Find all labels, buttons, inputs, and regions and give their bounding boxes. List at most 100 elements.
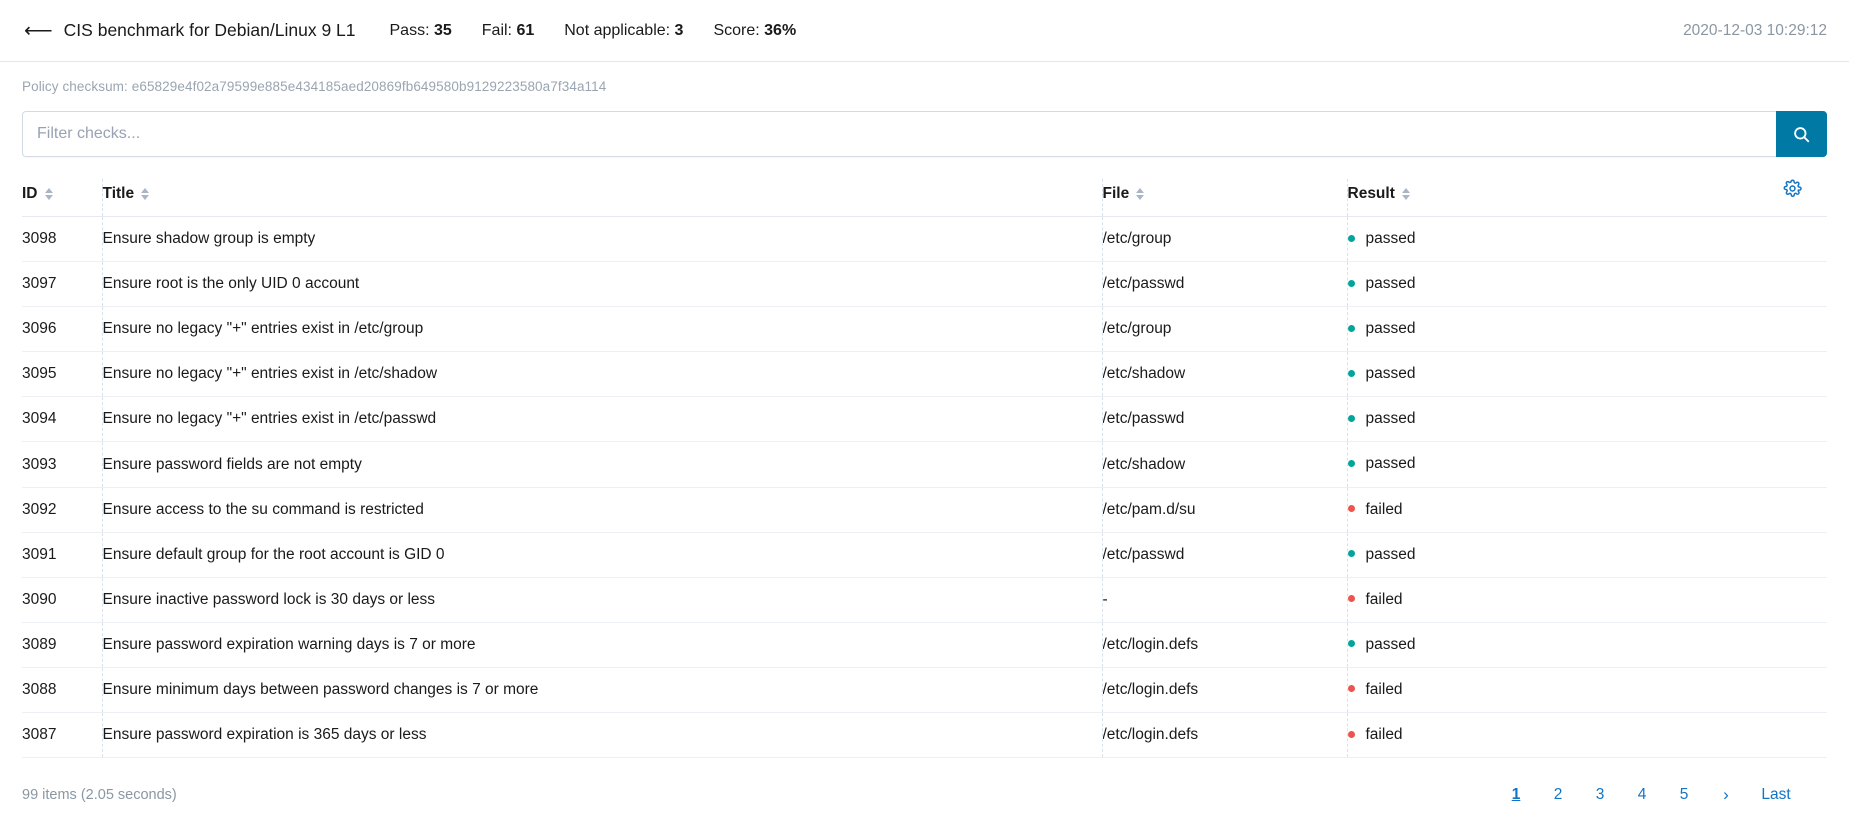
table-header-row: ID Title File Result	[22, 179, 1827, 217]
stat-fail-label: Fail:	[481, 21, 512, 39]
cell-id: 3095	[22, 351, 102, 398]
stat-fail: Fail: 61	[482, 22, 534, 40]
cell-title: Ensure inactive password lock is 30 days…	[101, 577, 1102, 623]
cell-spacer	[1783, 622, 1827, 668]
table-row[interactable]: 3089 Ensure password expiration warning d…	[22, 622, 1827, 668]
sort-icon	[1401, 187, 1410, 201]
cell-result: failed	[1346, 487, 1783, 533]
cell-id: 3097	[22, 261, 102, 308]
table-row[interactable]: 3090 Ensure inactive password lock is 30 …	[22, 577, 1827, 623]
status-badge: passed	[1365, 455, 1416, 473]
stat-pass-label: Pass:	[389, 21, 430, 39]
cell-spacer	[1783, 487, 1827, 533]
column-settings[interactable]	[1783, 179, 1827, 217]
table-row[interactable]: 3087 Ensure password expiration is 365 da…	[22, 712, 1827, 759]
cell-title: Ensure password expiration warning days …	[101, 622, 1102, 668]
arrow-left-icon[interactable]: ⟵	[24, 21, 53, 41]
cell-title: Ensure minimum days between password cha…	[101, 667, 1102, 714]
table-row[interactable]: 3096 Ensure no legacy "+" entries exist i…	[22, 306, 1827, 353]
status-dot-icon	[1348, 640, 1355, 648]
pagination-page-5[interactable]: 5	[1663, 782, 1705, 808]
cell-title: Ensure no legacy "+" entries exist in /e…	[101, 396, 1102, 443]
column-header-title-label: Title	[102, 185, 135, 202]
table-footer: 99 items (2.05 seconds) 1 2 3 4 5 › Last	[22, 775, 1827, 815]
search-button[interactable]	[1776, 111, 1827, 157]
status-badge: passed	[1365, 410, 1416, 428]
pagination-page-1[interactable]: 1	[1495, 782, 1537, 808]
table-row[interactable]: 3097 Ensure root is the only UID 0 accoun…	[22, 261, 1827, 308]
sort-icon	[44, 187, 53, 201]
page-header: ⟵ CIS benchmark for Debian/Linux 9 L1 Pa…	[0, 0, 1849, 62]
table-row[interactable]: 3092 Ensure access to the su command is r…	[22, 487, 1827, 533]
cell-result: failed	[1346, 712, 1783, 759]
status-dot-icon	[1348, 369, 1355, 377]
column-header-result-label: Result	[1347, 185, 1395, 202]
cell-file: /etc/login.defs	[1101, 622, 1347, 668]
stat-score-label: Score:	[713, 21, 760, 39]
checks-table-container: ID Title File Result 3098 Ensure shadow …	[22, 179, 1827, 759]
stat-pass-value: 35	[433, 21, 452, 39]
cell-title: Ensure password fields are not empty	[101, 441, 1102, 488]
status-dot-icon	[1348, 459, 1355, 467]
table-row[interactable]: 3095 Ensure no legacy "+" entries exist i…	[22, 351, 1827, 398]
cell-id: 3093	[22, 441, 102, 488]
table-row[interactable]: 3093 Ensure password fields are not empty…	[22, 441, 1827, 488]
cell-result: passed	[1346, 351, 1783, 398]
table-row[interactable]: 3094 Ensure no legacy "+" entries exist i…	[22, 396, 1827, 443]
cell-file: /etc/pam.d/su	[1101, 487, 1347, 533]
cell-spacer	[1783, 532, 1827, 578]
cell-file: /etc/group	[1101, 306, 1347, 353]
cell-file: /etc/shadow	[1101, 441, 1347, 488]
cell-id: 3087	[22, 712, 102, 759]
table-body: 3098 Ensure shadow group is empty/etc/gro…	[22, 216, 1827, 759]
cell-title: Ensure default group for the root accoun…	[101, 532, 1102, 578]
cell-file: /etc/shadow	[1101, 351, 1347, 398]
cell-id: 3098	[22, 216, 102, 263]
status-badge: passed	[1365, 230, 1416, 247]
cell-id: 3088	[22, 667, 102, 714]
table-row[interactable]: 3091 Ensure default group for the root ac…	[22, 532, 1827, 578]
status-badge: passed	[1365, 635, 1416, 653]
sort-icon	[141, 187, 150, 201]
pagination-next-button[interactable]: ›	[1705, 781, 1747, 809]
cell-result: passed	[1346, 261, 1783, 308]
cell-result: failed	[1346, 667, 1783, 714]
pagination-page-4[interactable]: 4	[1621, 782, 1663, 808]
cell-file: /etc/login.defs	[1101, 712, 1347, 759]
table-row[interactable]: 3088 Ensure minimum days between password…	[22, 667, 1827, 714]
status-badge: passed	[1365, 545, 1416, 563]
cell-result: passed	[1346, 622, 1783, 668]
cell-id: 3094	[22, 396, 102, 443]
cell-id: 3096	[22, 306, 102, 353]
cell-title: Ensure access to the su command is restr…	[101, 487, 1102, 533]
table-row[interactable]: 3098 Ensure shadow group is empty/etc/gro…	[22, 216, 1827, 263]
cell-result: passed	[1346, 396, 1783, 443]
search-input[interactable]	[22, 111, 1776, 157]
pagination-page-2[interactable]: 2	[1537, 782, 1579, 808]
cell-spacer	[1783, 667, 1827, 714]
status-dot-icon	[1348, 234, 1355, 242]
pagination-page-3[interactable]: 3	[1579, 782, 1621, 808]
cell-result: passed	[1346, 441, 1783, 488]
cell-id: 3090	[22, 577, 102, 623]
cell-title: Ensure no legacy "+" entries exist in /e…	[101, 306, 1102, 353]
filter-bar	[22, 111, 1827, 157]
status-dot-icon	[1348, 730, 1355, 738]
status-dot-icon	[1348, 279, 1355, 287]
cell-file: /etc/passwd	[1101, 261, 1347, 308]
sca-policy-results-page: ⟵ CIS benchmark for Debian/Linux 9 L1 Pa…	[0, 0, 1849, 826]
column-header-result[interactable]: Result	[1346, 179, 1783, 217]
cell-file: /etc/login.defs	[1101, 667, 1347, 714]
column-header-file[interactable]: File	[1101, 179, 1347, 217]
stat-not-applicable-label: Not applicable:	[564, 21, 671, 39]
column-header-title[interactable]: Title	[101, 179, 1102, 217]
gear-icon	[1783, 179, 1802, 197]
cell-title: Ensure shadow group is empty	[101, 216, 1102, 263]
cell-title: Ensure root is the only UID 0 account	[101, 261, 1102, 308]
status-badge: passed	[1365, 320, 1416, 338]
column-header-id[interactable]: ID	[22, 179, 102, 217]
gear-button[interactable]	[1783, 179, 1802, 198]
cell-spacer	[1783, 396, 1827, 443]
column-header-id-label: ID	[22, 185, 38, 202]
pagination-last-button[interactable]: Last	[1747, 782, 1805, 808]
